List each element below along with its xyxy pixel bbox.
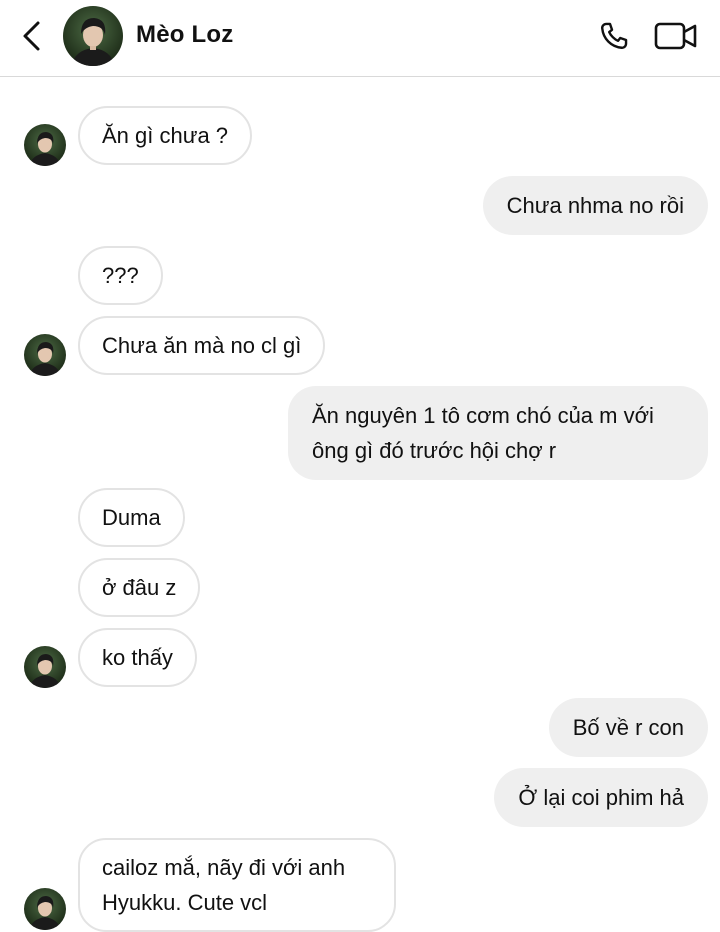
video-camera-icon <box>654 22 697 50</box>
video-call-button[interactable] <box>652 16 700 56</box>
outgoing-message[interactable]: Bố về r con <box>548 698 708 757</box>
chevron-left-icon <box>23 21 40 51</box>
incoming-message[interactable]: ở đâu z <box>78 558 201 617</box>
sender-avatar[interactable] <box>24 888 66 930</box>
contact-avatar[interactable] <box>63 6 123 66</box>
incoming-message[interactable]: Duma <box>78 488 185 547</box>
phone-icon <box>601 22 628 49</box>
back-button[interactable] <box>14 16 50 56</box>
sender-avatar[interactable] <box>24 334 66 376</box>
incoming-message[interactable]: ??? <box>78 246 163 305</box>
contact-name[interactable]: Mèo Loz <box>136 21 233 49</box>
sender-avatar[interactable] <box>24 124 66 166</box>
incoming-message[interactable]: cailoz mắ, nãy đi với anh Hyukku. Cute v… <box>78 838 396 932</box>
voice-call-button[interactable] <box>594 16 634 56</box>
outgoing-message[interactable]: Ở lại coi phim hả <box>494 768 708 827</box>
incoming-message[interactable]: Chưa ăn mà no cl gì <box>78 316 326 375</box>
sender-avatar[interactable] <box>24 646 66 688</box>
incoming-message[interactable]: Ăn gì chưa ? <box>78 106 253 165</box>
chat-header: Mèo Loz <box>0 0 720 77</box>
outgoing-message[interactable]: Ăn nguyên 1 tô cơm chó của m với ông gì … <box>288 386 708 480</box>
incoming-message[interactable]: ko thấy <box>78 628 197 687</box>
outgoing-message[interactable]: Chưa nhma no rồi <box>482 176 708 235</box>
